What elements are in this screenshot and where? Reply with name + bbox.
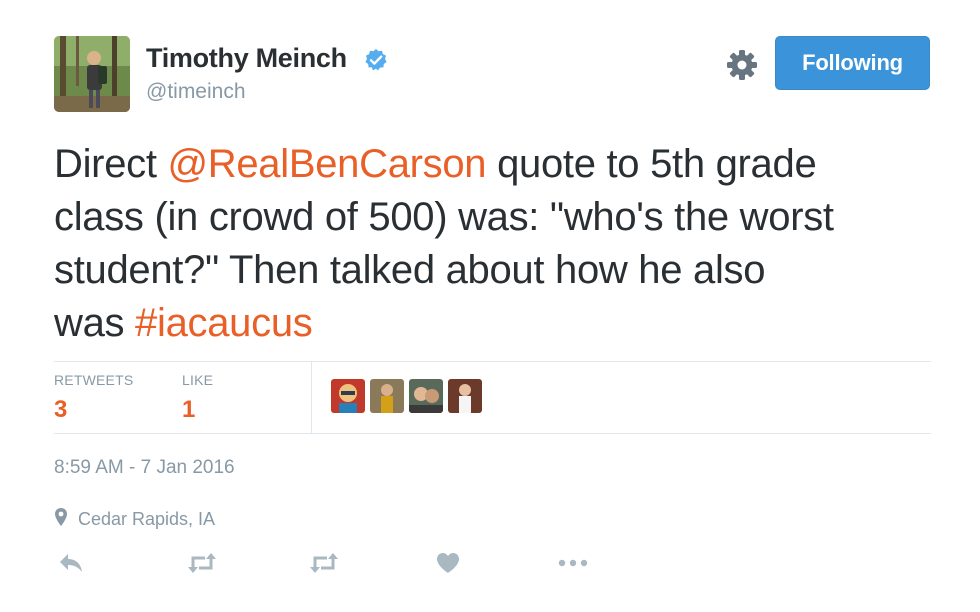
tweet-text-segment: Direct [54, 142, 168, 186]
tweet-text: Direct @RealBenCarson quote to 5th grade… [54, 138, 954, 350]
likes-label: LIKE [182, 372, 214, 388]
timestamp[interactable]: 8:59 AM - 7 Jan 2016 [54, 457, 235, 479]
like-icon[interactable] [436, 545, 460, 581]
user-handle[interactable]: @timeinch [146, 80, 246, 104]
likers-list [331, 379, 482, 413]
tweet-line: was #iacaucus [54, 297, 954, 350]
retweets-label: RETWEETS [54, 372, 134, 388]
following-button[interactable]: Following [775, 36, 930, 90]
more-icon[interactable] [558, 545, 588, 581]
display-name[interactable]: Timothy Meinch [146, 43, 347, 74]
retweet-icon[interactable] [186, 545, 218, 581]
tweet-text-segment: student?" Then talked about how he also [54, 248, 766, 292]
avatar[interactable] [54, 36, 130, 112]
tweet-line: Direct @RealBenCarson quote to 5th grade [54, 138, 954, 191]
liker-avatar[interactable] [370, 379, 404, 413]
tweet-text-segment: quote to 5th grade [486, 142, 817, 186]
tweet-actions [54, 545, 614, 581]
divider [54, 433, 931, 434]
location[interactable]: Cedar Rapids, IA [54, 507, 215, 532]
location-label: Cedar Rapids, IA [78, 509, 216, 529]
reply-icon[interactable] [58, 545, 84, 581]
liker-avatar[interactable] [331, 379, 365, 413]
retweet-icon[interactable] [308, 545, 340, 581]
liker-avatar[interactable] [409, 379, 443, 413]
gear-icon[interactable] [724, 47, 760, 83]
tweet-line: student?" Then talked about how he also [54, 244, 954, 297]
tweet-line: class (in crowd of 500) was: "who's the … [54, 191, 954, 244]
retweets-stat[interactable]: RETWEETS 3 [54, 372, 133, 424]
likes-count: 1 [182, 396, 196, 423]
retweets-count: 3 [54, 396, 68, 423]
mention-link[interactable]: @RealBenCarson [167, 142, 486, 186]
liker-avatar[interactable] [448, 379, 482, 413]
verified-badge-icon [364, 48, 388, 72]
hashtag-link[interactable]: #iacaucus [135, 301, 313, 345]
location-pin-icon [54, 507, 68, 532]
tweet-text-segment: class (in crowd of 500) was: "who's the … [54, 195, 834, 239]
divider [54, 361, 931, 362]
tweet-text-segment: was [54, 301, 136, 345]
likes-stat[interactable]: LIKE 1 [182, 372, 213, 424]
divider [311, 362, 312, 434]
